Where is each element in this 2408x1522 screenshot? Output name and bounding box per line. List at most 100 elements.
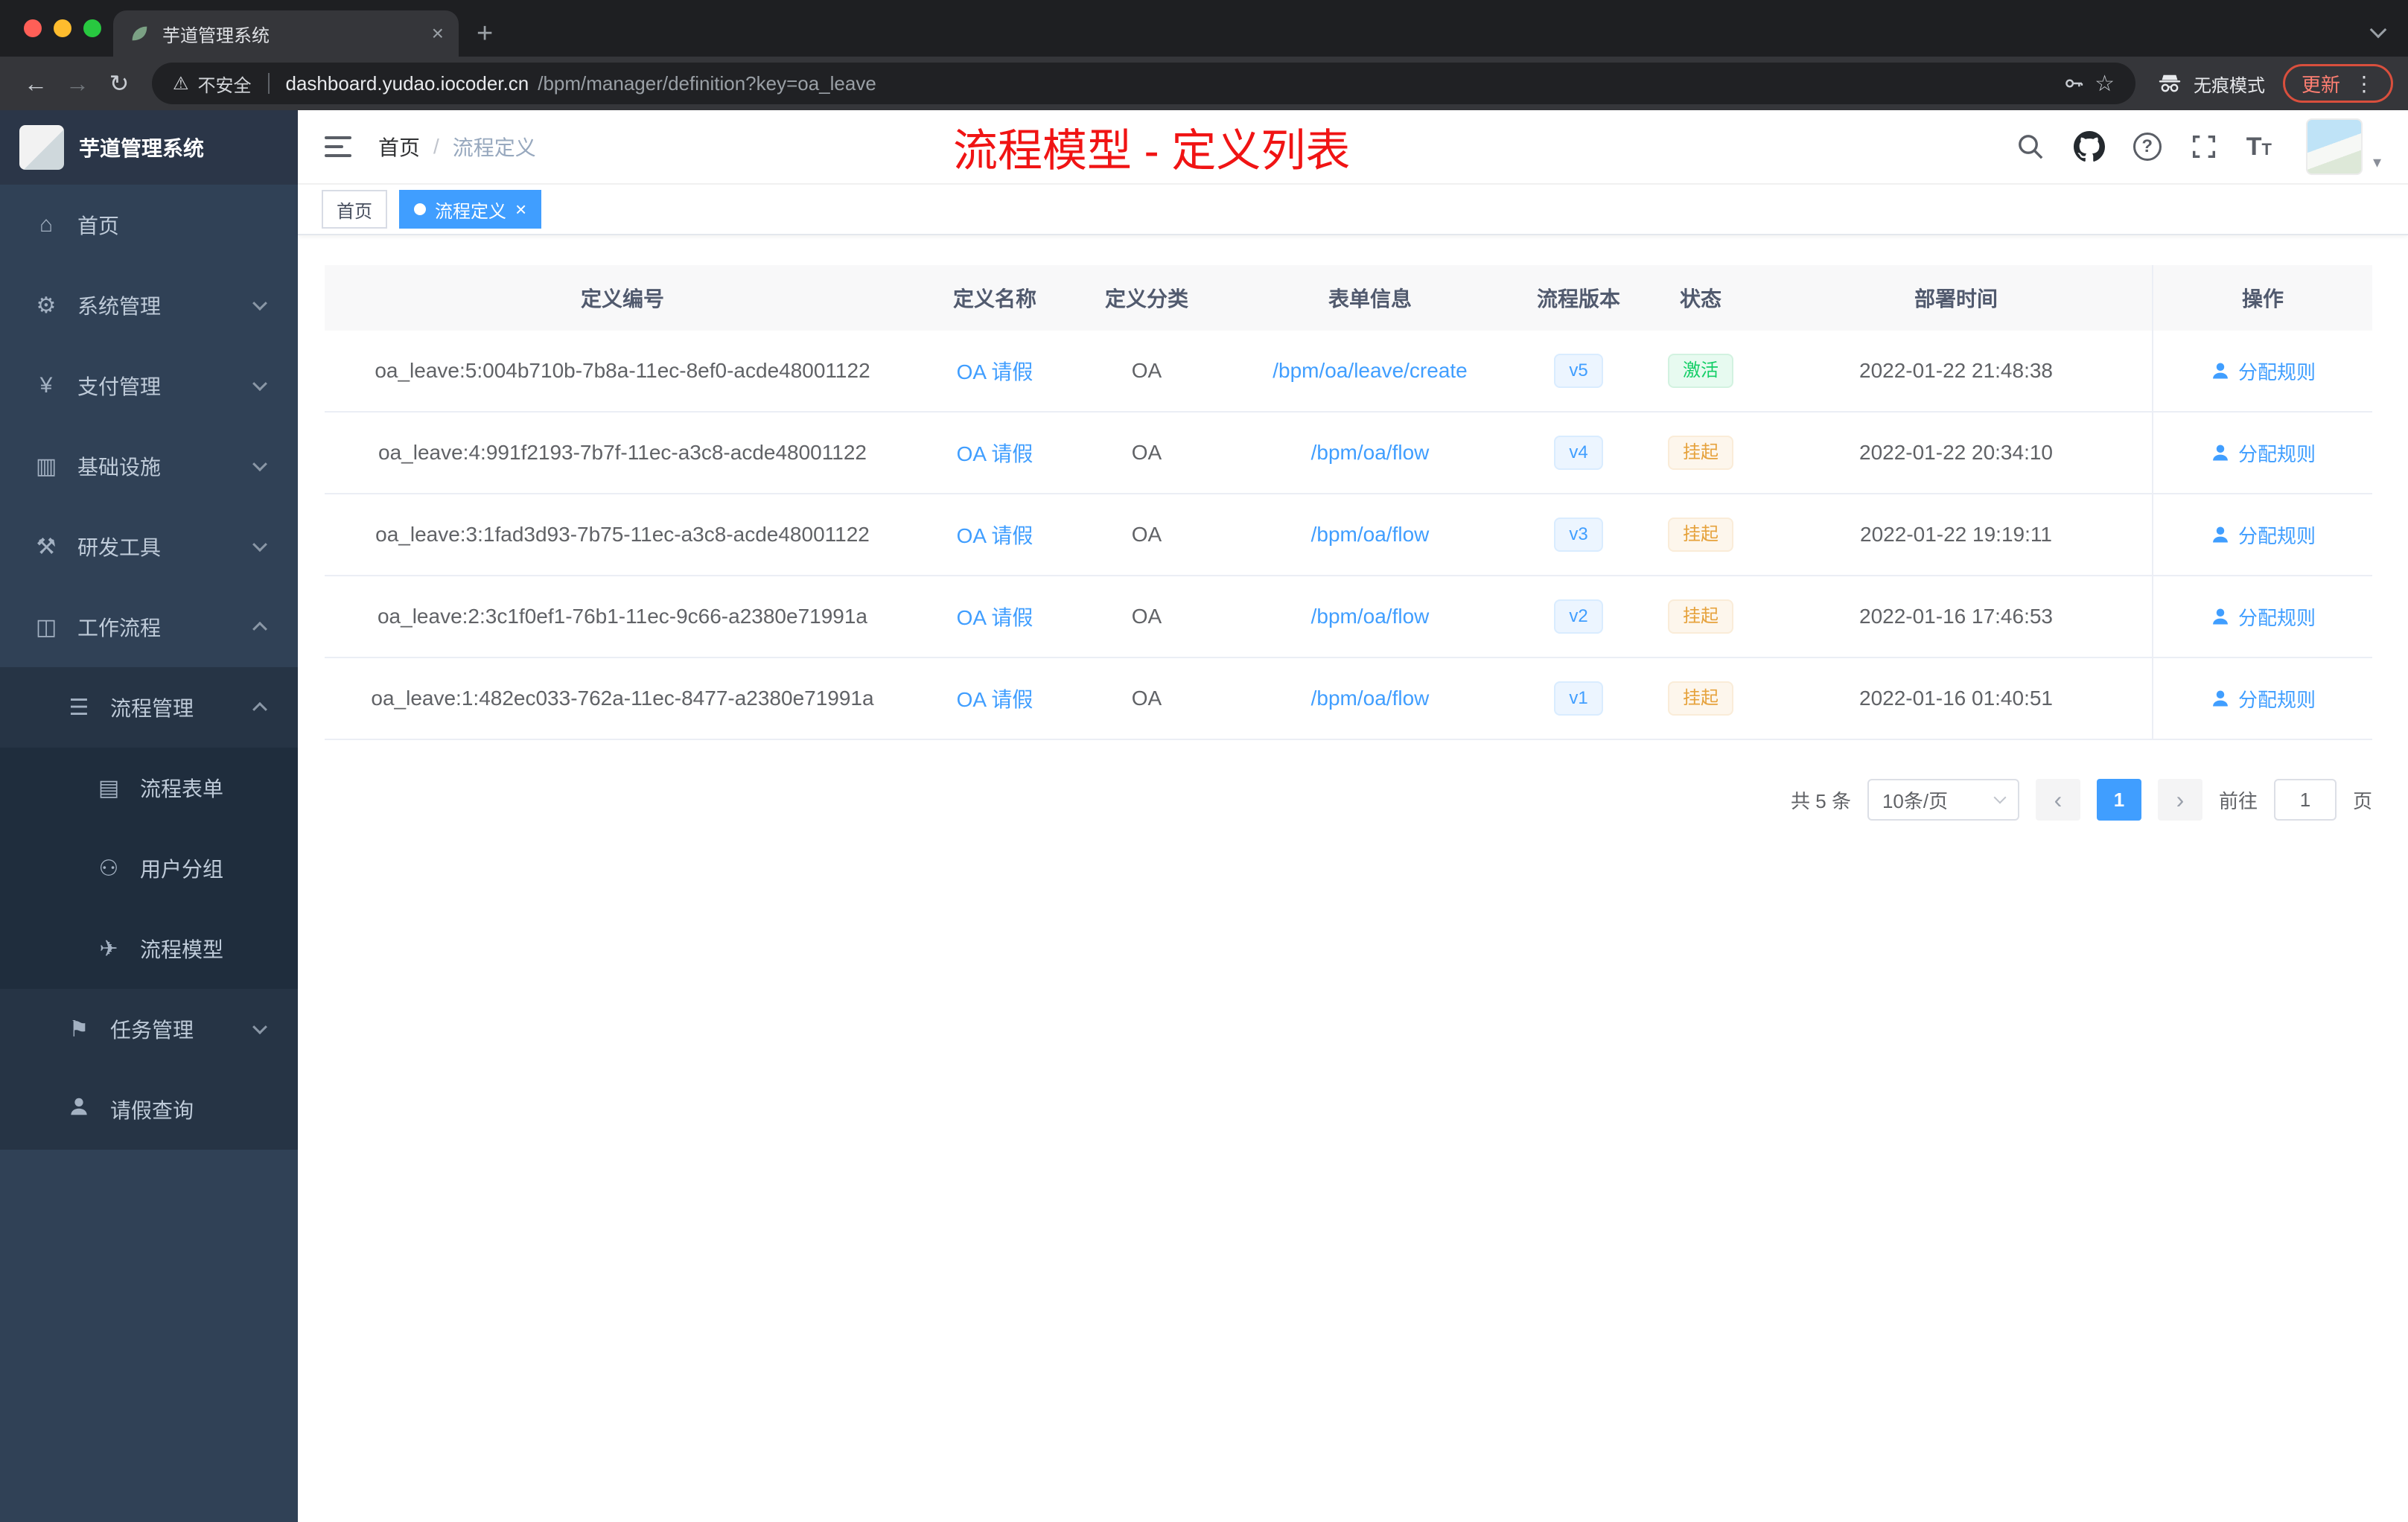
definition-name-link[interactable]: OA 请假 — [957, 688, 1033, 711]
page-unit-label: 页 — [2352, 789, 2372, 812]
page-size-select[interactable]: 10条/页 — [1867, 779, 2019, 821]
sidebar-item-label: 用户分组 — [140, 858, 224, 881]
browser-toolbar: ← → ↻ ⚠ 不安全 dashboard.yudao.iocoder.cn/b… — [0, 57, 2408, 110]
sidebar-item[interactable]: ⚙ 系统管理 — [0, 265, 298, 346]
bookmark-star-icon[interactable]: ☆ — [2095, 71, 2115, 97]
sidebar-menu: ⌂ 首页 ⚙ 系统管理 ¥ 支付管理 ▥ 基础设施 ⚒ 研发工具 ◫ 工作流程 ☰ 流程管理 ▤ 流程表单 ⚇ 用… — [0, 185, 298, 1150]
column-header-id: 定义编号 — [580, 287, 664, 311]
back-button[interactable]: ← — [15, 70, 57, 98]
form-info-link[interactable]: /bpm/oa/flow — [1311, 441, 1430, 464]
user-menu[interactable]: ▾ — [2305, 118, 2381, 175]
maximize-window-button[interactable] — [83, 19, 101, 37]
definition-category: OA — [1131, 687, 1162, 710]
user-icon — [2210, 360, 2231, 381]
url-divider — [267, 73, 270, 94]
user-icon — [2210, 524, 2231, 545]
column-header-category: 定义分类 — [1104, 287, 1188, 311]
assign-rule-label: 分配规则 — [2237, 442, 2316, 465]
status-badge: 挂起 — [1668, 436, 1733, 470]
status-badge: 挂起 — [1668, 681, 1733, 716]
tag-close-icon[interactable]: × — [515, 200, 526, 219]
definition-id: oa_leave:1:482ec033-762a-11ec-8477-a2380… — [371, 687, 874, 710]
sidebar-item[interactable]: 请假查询 — [0, 1069, 298, 1150]
table-row: oa_leave:4:991f2193-7b7f-11ec-a3c8-acde4… — [325, 413, 2372, 494]
column-header-action: 操作 — [2152, 265, 2372, 331]
font-size-icon[interactable]: TT — [2246, 134, 2272, 159]
github-icon[interactable] — [2073, 131, 2105, 162]
version-badge: v1 — [1554, 681, 1603, 716]
tag-active[interactable]: 流程定义 × — [399, 190, 542, 229]
browser-tab[interactable]: 芋道管理系统 × — [113, 10, 459, 57]
browser-window: 芋道管理系统 × + ← → ↻ ⚠ 不安全 dashboard.yudao.i… — [0, 0, 2408, 110]
forward-button[interactable]: → — [57, 70, 98, 98]
assign-rule-link[interactable]: 分配规则 — [2210, 357, 2316, 385]
assign-rule-link[interactable]: 分配规则 — [2210, 521, 2316, 549]
minimize-window-button[interactable] — [54, 19, 71, 37]
prev-page-button[interactable]: ‹ — [2035, 779, 2080, 821]
tag-home[interactable]: 首页 — [322, 190, 387, 229]
browser-menu-icon[interactable]: ⋮ — [2354, 71, 2374, 96]
reload-button[interactable]: ↻ — [98, 69, 140, 98]
sidebar-item[interactable]: ▥ 基础设施 — [0, 426, 298, 506]
not-secure-warning-icon[interactable]: ⚠ — [173, 73, 189, 95]
sidebar-item[interactable]: ☰ 流程管理 — [0, 667, 298, 748]
sidebar-logo[interactable]: 芋道管理系统 — [0, 110, 298, 185]
sidebar-item[interactable]: ⌂ 首页 — [0, 185, 298, 265]
table-body: oa_leave:5:004b710b-7b8a-11ec-8ef0-acde4… — [325, 331, 2372, 740]
sidebar-item[interactable]: ▤ 流程表单 — [0, 748, 298, 828]
status-badge: 激活 — [1668, 354, 1733, 388]
total-count: 共 5 条 — [1791, 789, 1851, 812]
form-info-link[interactable]: /bpm/oa/flow — [1311, 687, 1430, 710]
sidebar-item[interactable]: ¥ 支付管理 — [0, 346, 298, 426]
tag-home-label: 首页 — [337, 201, 372, 222]
password-key-icon[interactable] — [2062, 71, 2086, 95]
form-info-link[interactable]: /bpm/oa/flow — [1311, 605, 1430, 628]
sidebar-item[interactable]: ⚒ 研发工具 — [0, 506, 298, 587]
model-icon: ✈ — [99, 936, 118, 961]
deploy-time: 2022-01-16 01:40:51 — [1859, 687, 2053, 710]
tag-active-dot — [414, 203, 426, 215]
assign-rule-label: 分配规则 — [2237, 688, 2316, 711]
sidebar-item[interactable]: ✈ 流程模型 — [0, 908, 298, 989]
definition-name-link[interactable]: OA 请假 — [957, 524, 1033, 547]
sidebar-item[interactable]: ◫ 工作流程 — [0, 587, 298, 667]
breadcrumb-home[interactable]: 首页 — [378, 132, 420, 162]
next-page-button[interactable]: › — [2157, 779, 2202, 821]
version-badge: v2 — [1554, 599, 1603, 634]
current-page-button[interactable]: 1 — [2096, 779, 2141, 821]
breadcrumb-separator: / — [433, 135, 439, 158]
status-badge: 挂起 — [1668, 599, 1733, 634]
fullscreen-icon[interactable] — [2190, 133, 2218, 161]
sidebar-item[interactable]: ⚇ 用户分组 — [0, 828, 298, 908]
update-button[interactable]: 更新 ⋮ — [2282, 64, 2393, 103]
tab-search-chevron-icon[interactable] — [2369, 21, 2387, 39]
security-label[interactable]: 不安全 — [198, 71, 252, 97]
form-info-link[interactable]: /bpm/oa/leave/create — [1273, 359, 1468, 382]
assign-rule-link[interactable]: 分配规则 — [2210, 685, 2316, 713]
definition-name-link[interactable]: OA 请假 — [957, 442, 1033, 465]
definition-name-link[interactable]: OA 请假 — [957, 606, 1033, 629]
page-size-value: 10条/页 — [1882, 789, 1949, 812]
column-header-name: 定义名称 — [952, 287, 1036, 311]
address-bar[interactable]: ⚠ 不安全 dashboard.yudao.iocoder.cn/bpm/man… — [152, 63, 2135, 104]
user-avatar[interactable] — [2305, 118, 2363, 175]
collapse-sidebar-icon[interactable] — [325, 136, 351, 157]
goto-page-input[interactable] — [2273, 779, 2337, 821]
help-icon[interactable]: ? — [2133, 133, 2162, 161]
pagination: 共 5 条 10条/页 ‹ 1 › 前往 页 — [325, 779, 2372, 821]
incognito-label: 无痕模式 — [2193, 75, 2265, 96]
deploy-time: 2022-01-16 17:46:53 — [1859, 605, 2053, 628]
tab-close-icon[interactable]: × — [432, 23, 444, 44]
logo-image — [19, 125, 64, 170]
definition-name-link[interactable]: OA 请假 — [957, 360, 1033, 383]
form-info-link[interactable]: /bpm/oa/flow — [1311, 523, 1430, 546]
breadcrumb: 首页 / 流程定义 — [378, 132, 536, 162]
definition-id: oa_leave:4:991f2193-7b7f-11ec-a3c8-acde4… — [378, 441, 867, 464]
assign-rule-link[interactable]: 分配规则 — [2210, 603, 2316, 631]
infrastructure-icon: ▥ — [35, 453, 57, 479]
sidebar-item[interactable]: ⚑ 任务管理 — [0, 989, 298, 1069]
close-window-button[interactable] — [24, 19, 42, 37]
assign-rule-link[interactable]: 分配规则 — [2210, 439, 2316, 467]
search-icon[interactable] — [2016, 132, 2045, 162]
new-tab-button[interactable]: + — [477, 19, 493, 48]
